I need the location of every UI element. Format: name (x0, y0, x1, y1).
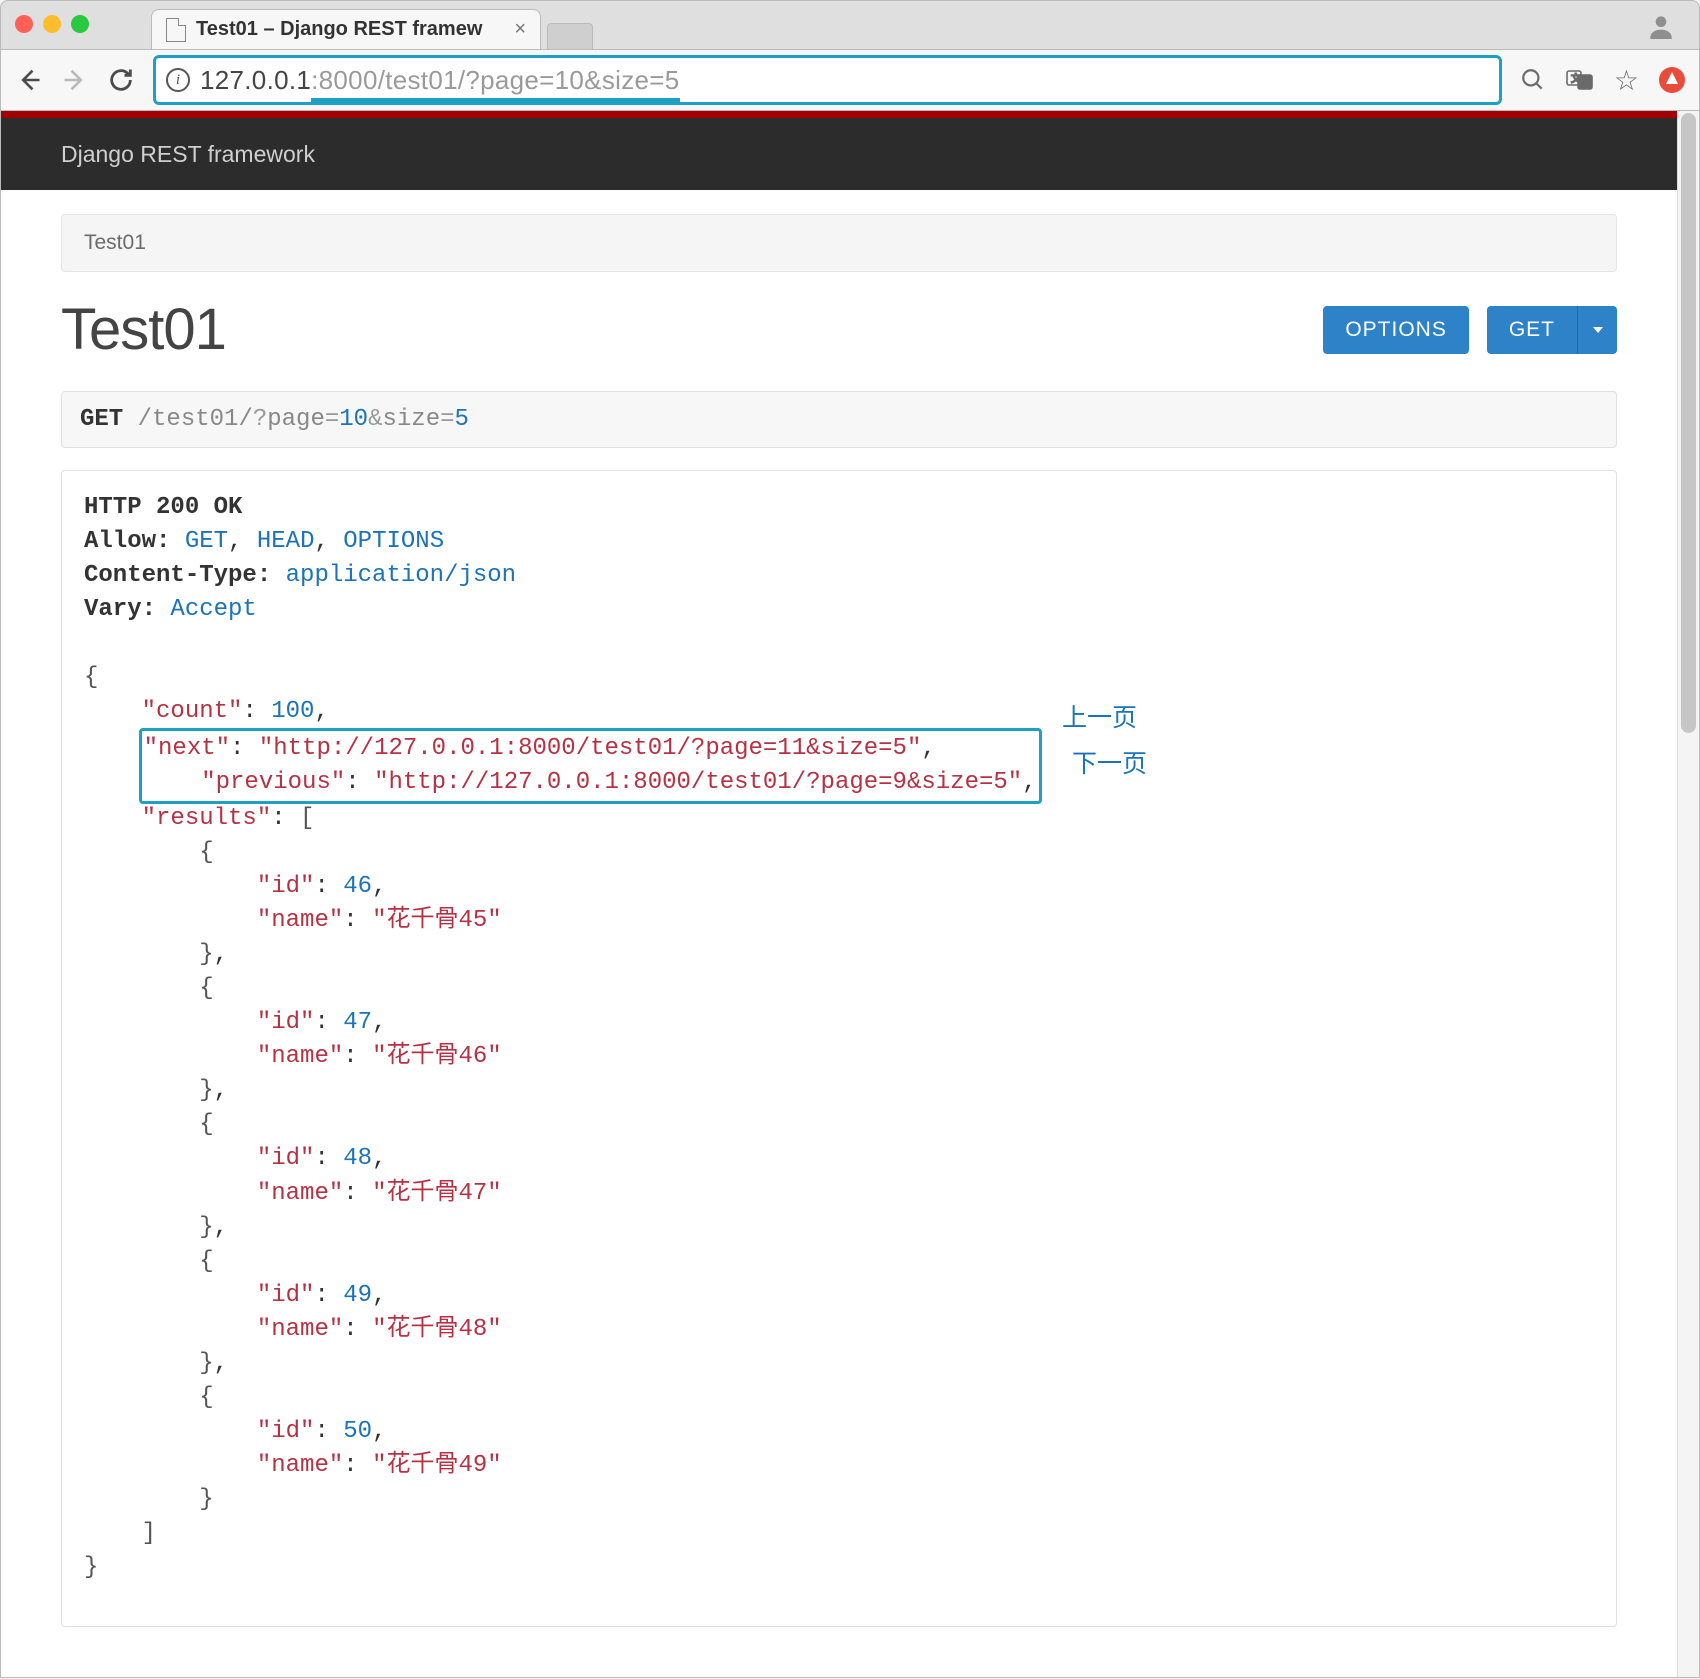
page-icon (166, 18, 186, 42)
drf-brand[interactable]: Django REST framework (61, 141, 315, 168)
window-minimize-button[interactable] (43, 15, 61, 33)
close-tab-icon[interactable]: × (514, 18, 526, 41)
window-maximize-button[interactable] (71, 15, 89, 33)
accent-bar (1, 111, 1677, 118)
forward-button (61, 66, 89, 94)
user-profile-icon[interactable] (1645, 11, 1677, 43)
tab-title: Test01 – Django REST framew (196, 18, 504, 41)
reload-button[interactable] (107, 66, 135, 94)
get-button[interactable]: GET (1487, 306, 1577, 354)
new-tab-button[interactable] (547, 23, 593, 49)
pagination-links-highlight: "next": "http://127.0.0.1:8000/test01/?p… (139, 728, 1042, 804)
site-info-icon[interactable]: i (166, 68, 190, 92)
address-bar[interactable]: i 127.0.0.1:8000/test01/?page=10&size=5 (153, 55, 1502, 105)
request-line: GET /test01/?page=10&size=5 (61, 391, 1617, 448)
scrollbar-track[interactable] (1677, 111, 1699, 1677)
bookmark-icon[interactable]: ☆ (1614, 64, 1639, 97)
zoom-icon[interactable] (1520, 67, 1546, 93)
svg-text:文: 文 (1571, 72, 1581, 85)
extension-icon[interactable] (1659, 67, 1685, 93)
window-close-button[interactable] (15, 15, 33, 33)
scrollbar-thumb[interactable] (1681, 113, 1696, 733)
response-body: HTTP 200 OK Allow: GET, HEAD, OPTIONS Co… (61, 470, 1617, 1627)
get-dropdown-button[interactable] (1577, 306, 1617, 354)
translate-icon[interactable]: 文 (1566, 67, 1594, 93)
breadcrumb: Test01 (61, 214, 1617, 272)
drf-navbar: Django REST framework (1, 118, 1677, 190)
options-button[interactable]: OPTIONS (1323, 306, 1469, 354)
address-text: 127.0.0.1:8000/test01/?page=10&size=5 (200, 65, 680, 96)
back-button[interactable] (15, 66, 43, 94)
browser-tab[interactable]: Test01 – Django REST framew × (151, 9, 541, 49)
annotation-next-page: 下一页 (1072, 747, 1147, 783)
annotation-prev-page: 上一页 (1062, 701, 1137, 737)
page-title: Test01 (61, 296, 1323, 363)
